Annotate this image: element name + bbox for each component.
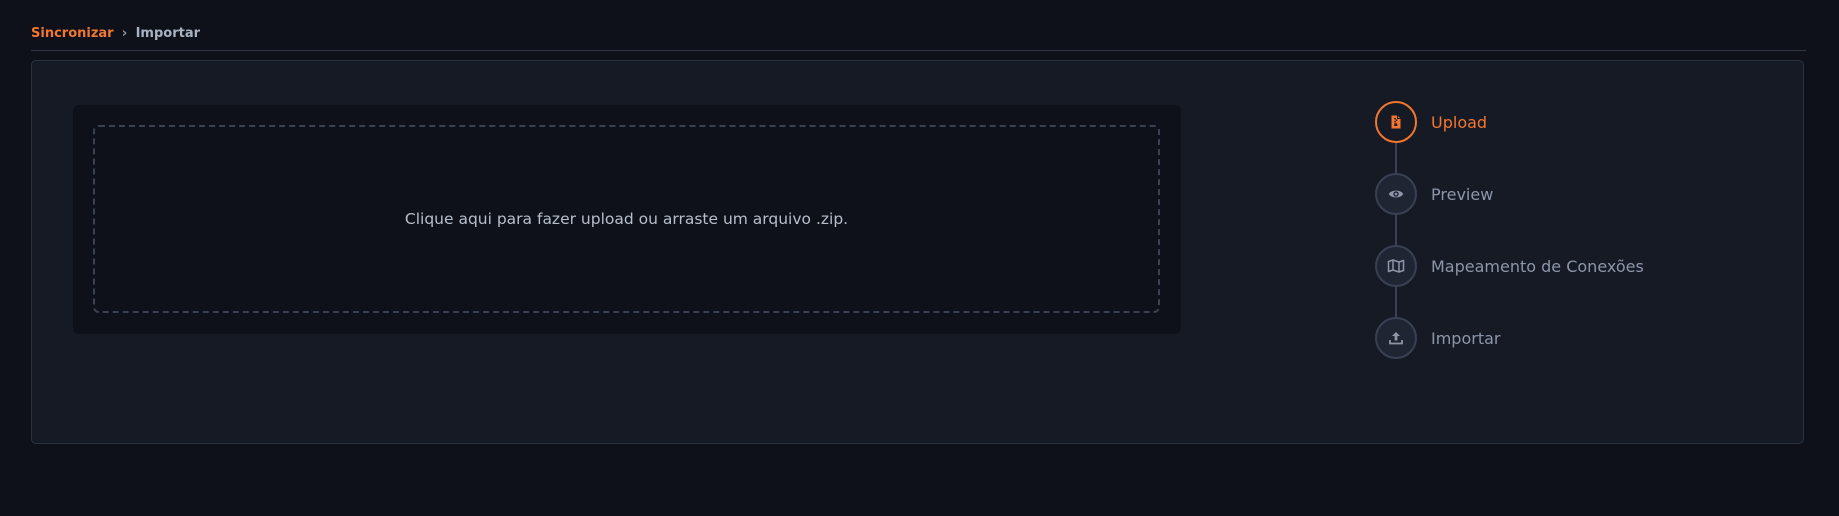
zip-file-icon xyxy=(1375,101,1417,143)
step-upload: Upload xyxy=(1375,101,1487,143)
breadcrumb: Sincronizar › Importar xyxy=(31,24,200,42)
step-mapeamento: Mapeamento de Conexões xyxy=(1375,245,1644,287)
step-preview: Preview xyxy=(1375,173,1493,215)
upload-panel: Clique aqui para fazer upload ou arraste… xyxy=(73,105,1181,334)
import-card: Clique aqui para fazer upload ou arraste… xyxy=(31,60,1804,444)
step-importar: Importar xyxy=(1375,317,1500,359)
file-dropzone[interactable]: Clique aqui para fazer upload ou arraste… xyxy=(93,125,1160,313)
step-label-preview: Preview xyxy=(1431,184,1494,204)
upload-icon xyxy=(1375,317,1417,359)
breadcrumb-separator-icon: › xyxy=(121,25,128,41)
step-label-mapeamento: Mapeamento de Conexões xyxy=(1431,256,1644,276)
map-icon xyxy=(1375,245,1417,287)
stepper-line xyxy=(1395,121,1397,337)
breadcrumb-link-sincronizar[interactable]: Sincronizar xyxy=(31,26,114,41)
breadcrumb-current: Importar xyxy=(135,25,201,41)
dropzone-text: Clique aqui para fazer upload ou arraste… xyxy=(404,210,849,228)
step-label-upload: Upload xyxy=(1431,112,1488,132)
header-divider xyxy=(31,50,1806,51)
step-label-importar: Importar xyxy=(1431,328,1501,348)
eye-icon xyxy=(1375,173,1417,215)
